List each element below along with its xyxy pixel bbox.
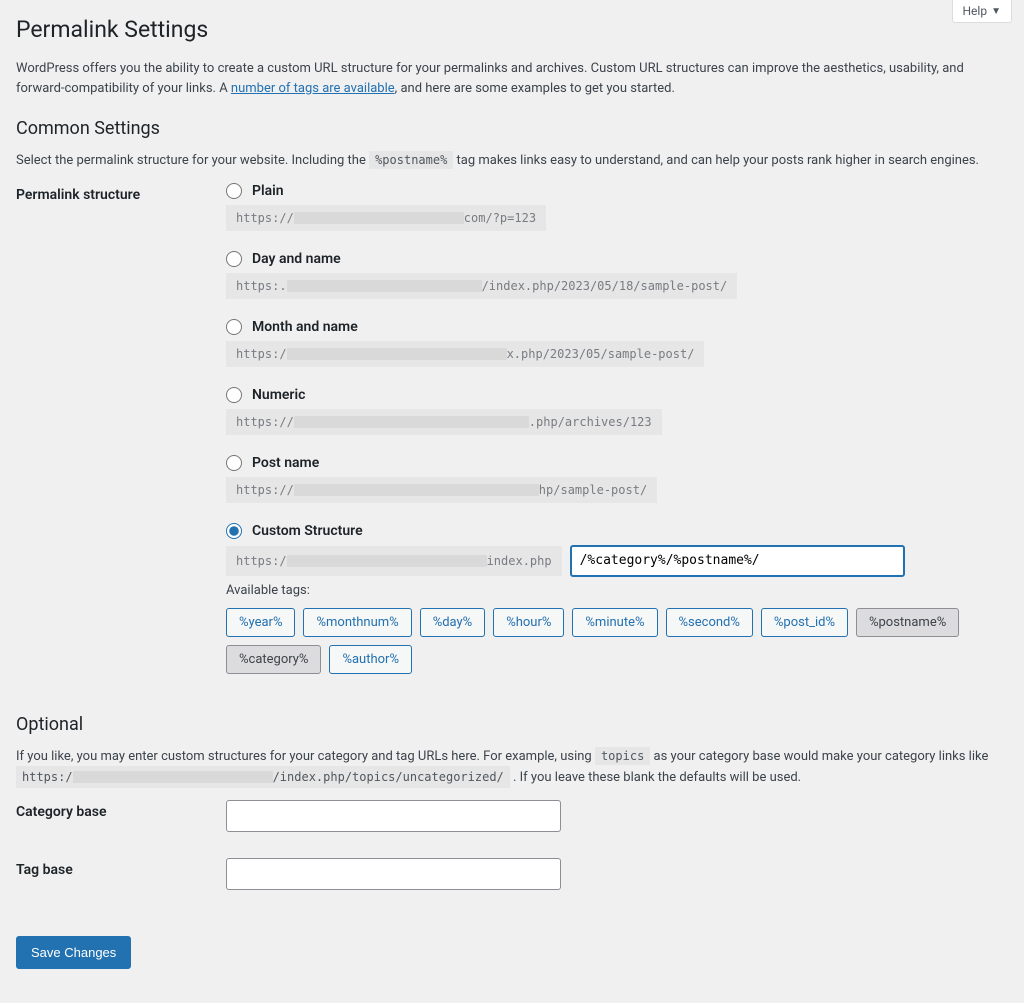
- label-month-name[interactable]: Month and name: [252, 319, 358, 335]
- label-custom[interactable]: Custom Structure: [252, 523, 363, 539]
- available-tags: %year% %monthnum% %day% %hour% %minute% …: [226, 608, 1008, 674]
- page-title: Permalink Settings: [16, 16, 1008, 43]
- label-day-name[interactable]: Day and name: [252, 251, 341, 267]
- radio-custom[interactable]: [226, 523, 242, 539]
- common-settings-heading: Common Settings: [16, 118, 1008, 139]
- tag-monthnum[interactable]: %monthnum%: [303, 608, 411, 637]
- tag-base-input[interactable]: [226, 858, 561, 890]
- tag-day[interactable]: %day%: [420, 608, 486, 637]
- help-label: Help: [963, 4, 988, 18]
- label-plain[interactable]: Plain: [252, 183, 284, 199]
- example-month-name: https:/x.php/2023/05/sample-post/: [226, 341, 704, 367]
- tag-minute[interactable]: %minute%: [572, 608, 657, 637]
- radio-post-name[interactable]: [226, 455, 242, 471]
- tags-available-link[interactable]: number of tags are available: [231, 81, 395, 96]
- tag-post-id[interactable]: %post_id%: [761, 608, 848, 637]
- option-plain: Plain https://com/?p=123: [226, 183, 1008, 231]
- topics-code: topics: [595, 747, 650, 765]
- available-tags-label: Available tags:: [226, 583, 1008, 598]
- permalink-structure-label: Permalink structure: [16, 183, 226, 203]
- radio-day-name[interactable]: [226, 251, 242, 267]
- label-post-name[interactable]: Post name: [252, 455, 319, 471]
- intro-text: WordPress offers you the ability to crea…: [16, 59, 1008, 98]
- category-base-label: Category base: [16, 800, 226, 820]
- example-numeric: https://.php/archives/123: [226, 409, 662, 435]
- tag-base-label: Tag base: [16, 858, 226, 878]
- category-base-input[interactable]: [226, 800, 561, 832]
- option-custom: Custom Structure https:/index.php Availa…: [226, 523, 1008, 674]
- help-toggle[interactable]: Help ▼: [952, 0, 1013, 23]
- common-desc: Select the permalink structure for your …: [16, 151, 1008, 171]
- tag-category[interactable]: %category%: [226, 645, 321, 674]
- custom-structure-input[interactable]: [570, 545, 905, 577]
- tag-postname[interactable]: %postname%: [856, 608, 959, 637]
- label-numeric[interactable]: Numeric: [252, 387, 305, 403]
- tag-hour[interactable]: %hour%: [493, 608, 564, 637]
- tag-second[interactable]: %second%: [666, 608, 753, 637]
- save-button[interactable]: Save Changes: [16, 936, 131, 969]
- option-month-name: Month and name https:/x.php/2023/05/samp…: [226, 319, 1008, 367]
- optional-heading: Optional: [16, 714, 1008, 735]
- option-post-name: Post name https://hp/sample-post/: [226, 455, 1008, 503]
- example-plain: https://com/?p=123: [226, 205, 546, 231]
- radio-numeric[interactable]: [226, 387, 242, 403]
- option-numeric: Numeric https://.php/archives/123: [226, 387, 1008, 435]
- chevron-down-icon: ▼: [991, 6, 1001, 17]
- radio-month-name[interactable]: [226, 319, 242, 335]
- example-post-name: https://hp/sample-post/: [226, 477, 657, 503]
- tag-year[interactable]: %year%: [226, 608, 295, 637]
- example-day-name: https:./index.php/2023/05/18/sample-post…: [226, 273, 737, 299]
- radio-plain[interactable]: [226, 183, 242, 199]
- optional-desc: If you like, you may enter custom struct…: [16, 747, 1008, 789]
- postname-tag-code: %postname%: [369, 151, 453, 169]
- tag-author[interactable]: %author%: [329, 645, 412, 674]
- option-day-name: Day and name https:./index.php/2023/05/1…: [226, 251, 1008, 299]
- custom-prefix: https:/index.php: [226, 546, 562, 576]
